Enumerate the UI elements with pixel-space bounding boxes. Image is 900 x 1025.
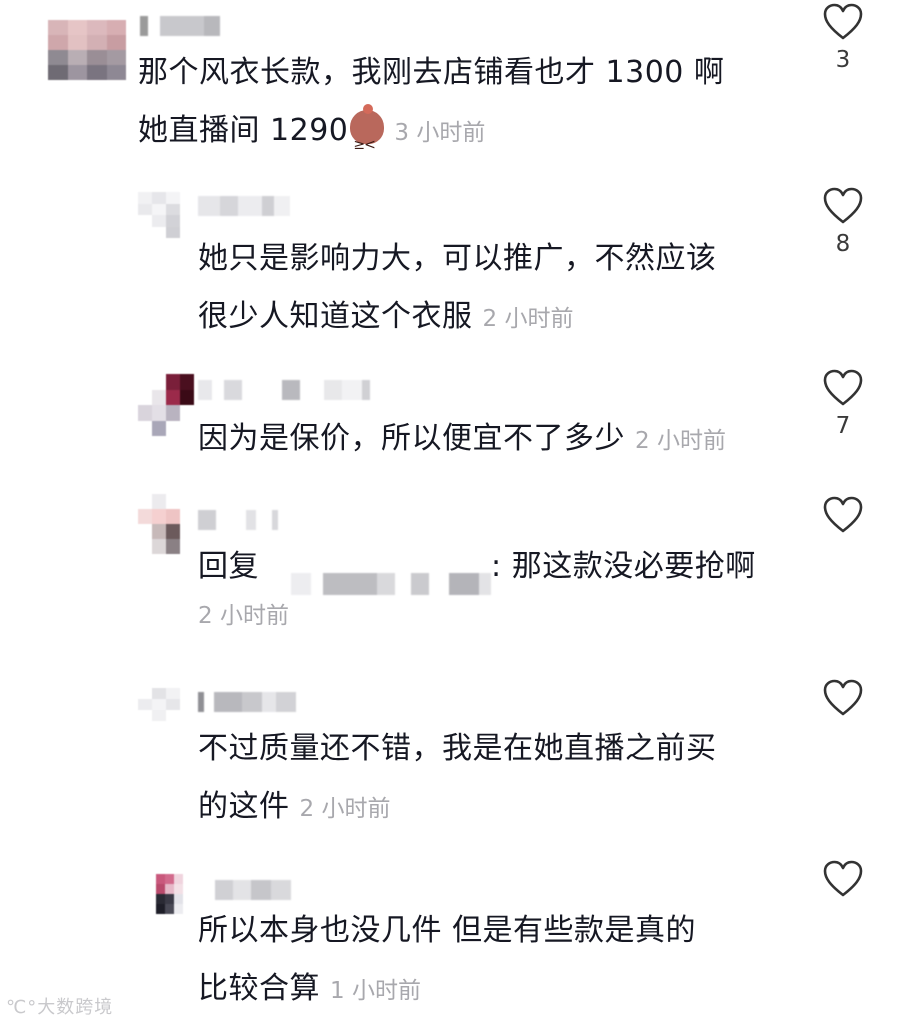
replied-username-blurred[interactable] [291, 557, 492, 595]
comment-item: 因为是保价，所以便宜不了多少 2 小时前 7 [0, 350, 900, 480]
like-button[interactable]: 8 [813, 187, 873, 257]
comment-time: 2 小时前 [635, 428, 726, 454]
heart-outline-icon [823, 860, 863, 897]
avatar[interactable] [48, 20, 126, 80]
avatar[interactable] [156, 874, 192, 914]
comment-text: 所以本身也没几件 但是有些款是真的 比较合算 1 小时前 [198, 913, 697, 1006]
like-count: 7 [835, 413, 851, 439]
comment-text: 因为是保价，所以便宜不了多少 2 小时前 [198, 421, 726, 456]
comment-item: 她只是影响力大，可以推广，不然应该 很少人知道这个衣服 2 小时前 8 [0, 170, 900, 350]
watermark: ℃°大数跨境 [6, 997, 114, 1018]
comment-text: 那个风衣长款，我刚去店铺看也才 1300 啊 她直播间 12903 小时前 [138, 44, 724, 174]
avatar[interactable] [138, 374, 194, 436]
heart-outline-icon [823, 3, 863, 40]
comment-item: 不过质量还不错，我是在她直播之前买 的这件 2 小时前 [0, 670, 900, 850]
username-blurred[interactable] [198, 510, 278, 530]
heart-outline-icon [823, 679, 863, 716]
smiling-face-emoji-icon [350, 104, 385, 174]
heart-outline-icon [823, 187, 863, 224]
username-blurred[interactable] [198, 196, 290, 216]
comment-time: 2 小时前 [482, 306, 574, 332]
comment-text: 她只是影响力大，可以推广，不然应该 很少人知道这个衣服 2 小时前 [198, 241, 717, 334]
comment-item: 回复 : 那这款没必要抢啊 2 小时前 [0, 480, 900, 670]
avatar[interactable] [138, 192, 194, 238]
like-button[interactable] [813, 496, 873, 534]
username-blurred[interactable] [140, 16, 220, 36]
comment-time: 2 小时前 [299, 796, 391, 822]
avatar[interactable] [138, 494, 194, 554]
like-button[interactable] [813, 860, 873, 898]
reply-prefix: 回复 [198, 549, 259, 584]
watermark-logo-icon: ℃° [6, 997, 38, 1018]
like-button[interactable] [813, 679, 873, 717]
comment-time: 2 小时前 [198, 603, 289, 629]
comment-text: 不过质量还不错，我是在她直播之前买 的这件 2 小时前 [198, 731, 717, 824]
comment-time: 3 小时前 [394, 120, 486, 146]
like-button[interactable]: 3 [813, 3, 873, 73]
like-count: 8 [835, 231, 851, 257]
username-blurred[interactable] [198, 692, 296, 712]
username-blurred[interactable] [215, 880, 291, 900]
comment-time: 1 小时前 [330, 978, 421, 1004]
like-button[interactable]: 7 [813, 369, 873, 439]
comment-text: 回复 : 那这款没必要抢啊 2 小时前 [198, 538, 756, 636]
comment-item: 所以本身也没几件 但是有些款是真的 比较合算 1 小时前 [0, 850, 900, 1025]
avatar[interactable] [138, 688, 194, 732]
comment-item: 那个风衣长款，我刚去店铺看也才 1300 啊 她直播间 12903 小时前 3 [0, 0, 900, 174]
heart-outline-icon [823, 496, 863, 533]
like-count: 3 [835, 47, 851, 73]
heart-outline-icon [823, 369, 863, 406]
username-blurred[interactable] [198, 380, 370, 400]
